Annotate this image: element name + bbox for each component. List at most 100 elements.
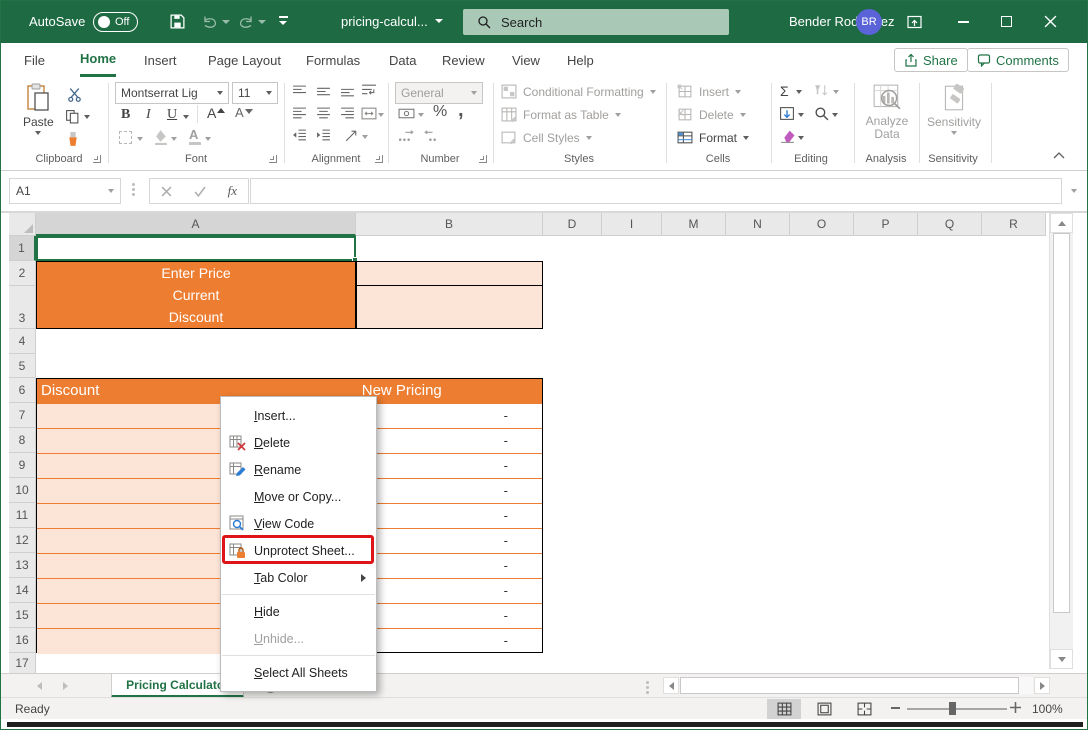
align-left-icon[interactable] (292, 107, 307, 120)
tab-home[interactable]: Home (80, 43, 116, 77)
menu-item-hide[interactable]: Hide (221, 598, 376, 625)
accounting-dropdown-icon[interactable] (418, 113, 424, 117)
row-header-14[interactable]: 14 (9, 578, 36, 603)
cell-newprice-r11[interactable]: - (356, 504, 542, 529)
menu-item-insert[interactable]: Insert... (221, 402, 376, 429)
tab-page-layout[interactable]: Page Layout (208, 43, 281, 77)
row-header-9[interactable]: 9 (9, 453, 36, 478)
increase-indent-icon[interactable] (316, 129, 331, 142)
cell-newprice-r8[interactable]: - (356, 429, 542, 454)
name-box[interactable]: A1 (9, 178, 121, 204)
autosum-button[interactable]: Σ (780, 83, 789, 99)
borders-icon[interactable] (119, 131, 132, 144)
cell-B2-price-input[interactable] (356, 261, 543, 286)
alignment-dialog-launcher[interactable] (375, 155, 383, 163)
column-header-B[interactable]: B (356, 213, 543, 236)
orientation-icon[interactable] (344, 129, 359, 143)
zoom-slider-thumb[interactable] (949, 702, 956, 715)
row-header-3[interactable]: 3 (9, 286, 36, 329)
menu-item-move-or-copy[interactable]: Move or Copy... (221, 483, 376, 510)
fill-down-icon[interactable] (779, 106, 795, 121)
save-icon[interactable] (169, 13, 186, 30)
menu-item-select-all-sheets[interactable]: Select All Sheets (221, 659, 376, 686)
font-color-icon[interactable]: A (189, 127, 201, 145)
paste-button[interactable]: Paste (23, 83, 54, 135)
menu-item-view-code[interactable]: View Code (221, 510, 376, 537)
scroll-up-arrow[interactable] (1050, 213, 1073, 233)
row-header-15[interactable]: 15 (9, 603, 36, 628)
cell-newprice-r14[interactable]: - (356, 579, 542, 604)
clear-dropdown-icon[interactable] (798, 136, 804, 140)
zoom-slider-track[interactable] (907, 708, 1007, 710)
tab-review[interactable]: Review (442, 43, 485, 77)
sort-filter-dropdown-icon[interactable] (833, 90, 839, 94)
vertical-scrollbar[interactable] (1049, 213, 1073, 669)
row-header-1[interactable]: 1 (9, 236, 36, 261)
sheet-nav-right-icon[interactable] (63, 682, 68, 690)
redo-icon[interactable] (237, 13, 255, 30)
sensitivity-button[interactable]: Sensitivity (926, 83, 982, 135)
horizontal-scroll-thumb[interactable] (680, 677, 1019, 694)
format-cells-button[interactable]: Format (677, 130, 749, 145)
tab-help[interactable]: Help (567, 43, 594, 77)
tabbar-resize-handle[interactable] (646, 681, 649, 694)
row-header-6[interactable]: 6 (9, 378, 36, 403)
collapse-ribbon-icon[interactable] (1053, 151, 1065, 159)
row-header-5[interactable]: 5 (9, 354, 36, 378)
font-dialog-launcher[interactable] (269, 155, 277, 163)
title-dropdown-icon[interactable] (435, 19, 443, 23)
ribbon-display-options-icon[interactable] (906, 14, 923, 30)
underline-button[interactable]: U (167, 107, 177, 123)
hscroll-left-arrow[interactable] (663, 677, 679, 694)
column-header-P[interactable]: P (854, 213, 918, 236)
row-header-12[interactable]: 12 (9, 528, 36, 553)
row-header-7[interactable]: 7 (9, 403, 36, 428)
document-title[interactable]: pricing-calcul... (341, 14, 428, 29)
cell-newprice-r9[interactable]: - (356, 454, 542, 479)
formula-bar-resize-handle[interactable] (132, 183, 135, 196)
row-header-4[interactable]: 4 (9, 329, 36, 354)
column-header-O[interactable]: O (790, 213, 854, 236)
column-header-D[interactable]: D (543, 213, 602, 236)
conditional-formatting-button[interactable]: Conditional Formatting (501, 84, 656, 99)
qat-customize-chevron-icon[interactable] (279, 21, 287, 25)
merge-dropdown-icon[interactable] (378, 113, 384, 117)
autosum-dropdown-icon[interactable] (796, 90, 802, 94)
row-header-2[interactable]: 2 (9, 261, 36, 286)
copy-dropdown-icon[interactable] (84, 115, 90, 119)
sort-filter-icon[interactable] (813, 83, 830, 98)
cell-newprice-r15[interactable]: - (356, 604, 542, 629)
menu-item-unprotect-sheet[interactable]: Unprotect Sheet... (221, 537, 376, 564)
normal-view-button[interactable] (767, 699, 801, 719)
header-cell-new-pricing[interactable]: New Pricing (356, 379, 542, 404)
tab-formulas[interactable]: Formulas (306, 43, 360, 77)
maximize-button[interactable] (1001, 16, 1012, 27)
analyze-data-button[interactable]: Analyze Data (861, 83, 913, 141)
row-header-17[interactable]: 17 (9, 653, 36, 673)
copy-icon[interactable] (65, 109, 80, 124)
undo-icon[interactable] (201, 13, 219, 30)
hscroll-track[interactable] (1019, 677, 1033, 694)
shrink-font-button[interactable]: A (235, 105, 253, 120)
wrap-text-icon[interactable] (361, 83, 377, 98)
page-break-view-button[interactable] (847, 699, 881, 719)
column-header-M[interactable]: M (662, 213, 726, 236)
scroll-down-arrow[interactable] (1050, 649, 1073, 669)
orientation-dropdown-icon[interactable] (362, 135, 368, 139)
cell-enter-price-label[interactable]: Enter Price Current Discount (36, 261, 356, 329)
sheet-nav-left-icon[interactable] (37, 682, 42, 690)
redo-dropdown-icon[interactable] (258, 20, 266, 24)
fill-dropdown-icon[interactable] (798, 113, 804, 117)
cell-newprice-r13[interactable]: - (356, 554, 542, 579)
format-painter-icon[interactable] (65, 131, 81, 147)
find-select-dropdown-icon[interactable] (832, 113, 838, 117)
comma-style-button[interactable]: , (458, 99, 464, 122)
row-header-11[interactable]: 11 (9, 503, 36, 528)
font-name-select[interactable]: Montserrat Lig (115, 82, 229, 104)
page-layout-view-button[interactable] (807, 699, 841, 719)
hscroll-right-arrow[interactable] (1034, 677, 1050, 694)
cell-newprice-r16[interactable]: - (356, 629, 542, 654)
cell-newprice-r12[interactable]: - (356, 529, 542, 554)
decrease-indent-icon[interactable] (292, 129, 307, 142)
clipboard-dialog-launcher[interactable] (93, 155, 101, 163)
